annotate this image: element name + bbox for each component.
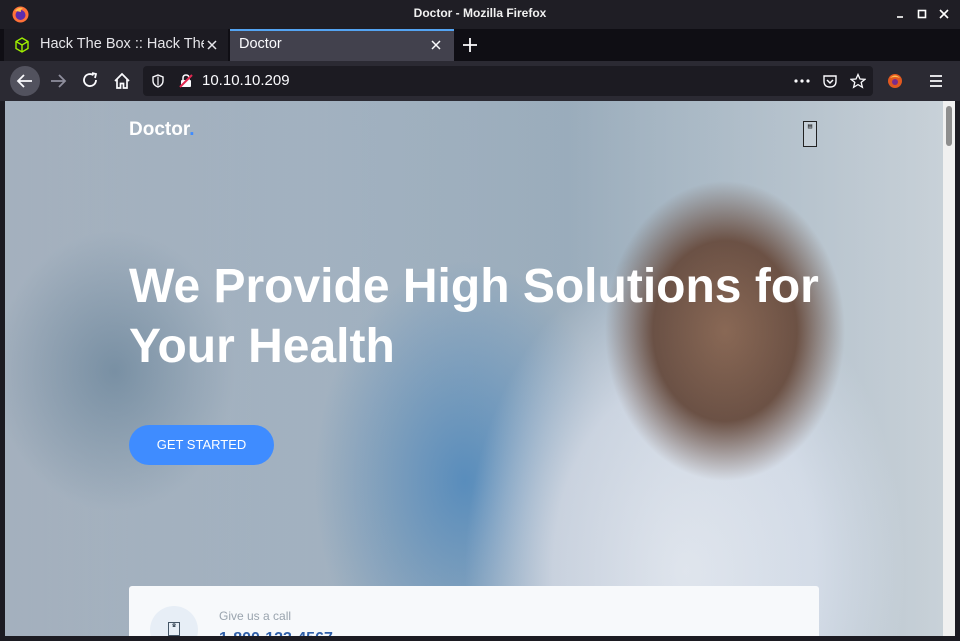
arrow-right-icon — [51, 74, 67, 88]
extension-icon — [888, 74, 902, 88]
menu-toggle-icon[interactable]: ▤ — [803, 121, 817, 147]
minimize-button[interactable] — [891, 5, 909, 23]
page-viewport: Doctor. ▤ We Provide High Solutions for … — [5, 101, 943, 636]
tab-doctor[interactable]: Doctor — [230, 29, 454, 61]
navigation-toolbar: 10.10.10.209 — [0, 61, 960, 101]
home-button[interactable] — [107, 66, 137, 96]
minimize-icon — [897, 16, 903, 18]
maximize-button[interactable] — [913, 5, 931, 23]
back-button[interactable] — [10, 66, 40, 96]
shield-icon[interactable] — [150, 73, 166, 89]
phone-icon: ☎ — [150, 606, 198, 636]
hamburger-menu-icon — [930, 75, 942, 87]
window-frame-right — [955, 101, 960, 641]
window-titlebar: Doctor - Mozilla Firefox — [0, 0, 960, 29]
close-tab-icon[interactable] — [428, 37, 444, 53]
window-frame-bottom — [0, 636, 960, 641]
url-text[interactable]: 10.10.10.209 — [202, 72, 290, 89]
window-title: Doctor - Mozilla Firefox — [413, 6, 547, 20]
scrollbar-thumb[interactable] — [946, 106, 952, 146]
tab-label: Hack The Box :: Hack The Box — [40, 36, 204, 52]
site-logo-dot: . — [189, 119, 195, 140]
close-icon — [939, 9, 949, 19]
forward-button[interactable] — [43, 66, 73, 96]
pocket-icon[interactable] — [822, 73, 838, 89]
hero-headline: We Provide High Solutions for Your Healt… — [129, 260, 819, 373]
site-logo-text: Doctor — [129, 119, 190, 140]
tab-strip: Hack The Box :: Hack The Box Doctor — [0, 29, 960, 61]
app-menu-button[interactable] — [921, 66, 951, 96]
home-icon — [114, 72, 130, 89]
close-window-button[interactable] — [935, 5, 953, 23]
reload-icon — [83, 72, 98, 87]
bookmark-star-icon[interactable] — [850, 73, 866, 89]
extension-button[interactable] — [880, 66, 910, 96]
arrow-left-icon — [16, 74, 32, 88]
cube-icon — [15, 37, 29, 53]
insecure-lock-icon[interactable] — [178, 73, 194, 89]
reload-button[interactable] — [75, 66, 105, 96]
get-started-button[interactable]: GET STARTED — [129, 425, 274, 465]
tab-hackthebox[interactable]: Hack The Box :: Hack The Box — [4, 29, 228, 61]
tab-label: Doctor — [239, 36, 282, 52]
page-scrollbar[interactable] — [943, 101, 955, 636]
maximize-icon — [917, 9, 927, 19]
close-tab-icon[interactable] — [204, 37, 220, 53]
url-bar[interactable]: 10.10.10.209 — [143, 66, 873, 96]
site-logo[interactable]: Doctor. — [129, 119, 194, 141]
call-info-card: ☎ Give us a call 1-800-123-4567 — [129, 586, 819, 636]
call-label: Give us a call — [219, 609, 292, 623]
more-icon[interactable] — [793, 73, 811, 89]
new-tab-button[interactable] — [460, 35, 480, 55]
